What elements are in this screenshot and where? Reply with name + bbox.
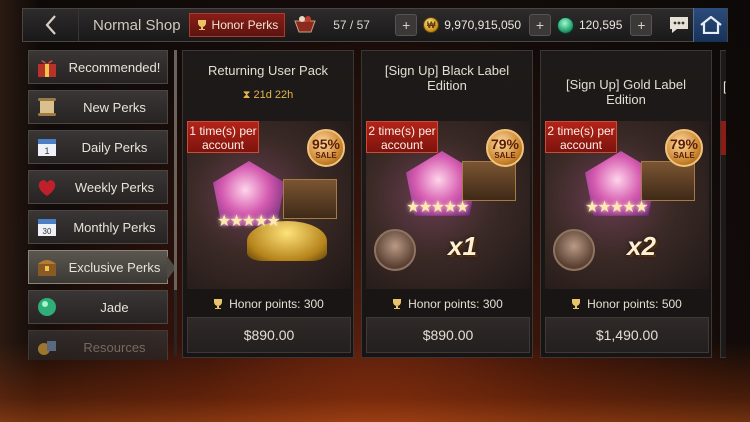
sidebar-item-weekly-perks[interactable]: Weekly Perks: [28, 170, 168, 204]
sidebar-item-label: Daily Perks: [81, 139, 148, 155]
purchase-limit-badge: 1 time(s) per account: [187, 121, 259, 153]
product-title: [: [723, 79, 726, 94]
honor-points: Honor points: 300: [183, 297, 353, 311]
sidebar: Recommended! New Perks 1 Daily Perks Wee…: [22, 46, 178, 360]
trophy-icon: [393, 299, 402, 309]
sidebar-scrollbar-thumb[interactable]: [174, 50, 177, 290]
crate-image: [641, 161, 695, 201]
chat-icon: [670, 17, 688, 33]
product-card-partial[interactable]: [: [720, 50, 726, 358]
jade-icon: [32, 292, 62, 322]
add-perk-button[interactable]: +: [395, 14, 418, 36]
tab-honor-perks-label: Honor Perks: [211, 18, 279, 32]
plus-icon: +: [535, 17, 545, 33]
quantity-multiplier: x2: [627, 231, 656, 261]
sidebar-item-daily-perks[interactable]: 1 Daily Perks: [28, 130, 168, 164]
sidebar-item-new-perks[interactable]: New Perks: [28, 90, 168, 124]
sale-badge: 79% SALE: [486, 129, 524, 167]
crate-image: [283, 179, 337, 219]
heart-bag-icon: [32, 172, 62, 202]
buy-button[interactable]: $890.00: [187, 317, 351, 353]
back-chevron-icon: [45, 15, 56, 35]
sidebar-item-jade[interactable]: Jade: [28, 290, 168, 324]
product-image: ★★★★★ 1 time(s) per account 95% SALE: [187, 121, 351, 289]
sidebar-item-label: Jade: [100, 299, 129, 315]
buy-button[interactable]: $890.00: [366, 317, 530, 353]
quantity-multiplier: x1: [448, 231, 477, 261]
product-title: [Sign Up] Gold Label Edition: [566, 77, 686, 107]
product-image: ★★★★★ x1 2 time(s) per account 79% SALE: [366, 121, 530, 289]
product-card[interactable]: [Sign Up] Black Label Edition ★★★★★ x1 2…: [361, 50, 533, 358]
home-icon: [699, 16, 722, 34]
product-image: ★★★★★ x2 2 time(s) per account 79% SALE: [545, 121, 709, 289]
sidebar-item-label: Exclusive Perks: [68, 259, 161, 275]
product-timer: ⧗ 21d 22h: [242, 89, 294, 101]
stars-image: ★★★★★: [585, 199, 649, 216]
hourglass-icon: ⧗: [242, 89, 251, 101]
cart-icon[interactable]: [291, 13, 319, 37]
sidebar-item-label: Resources: [83, 339, 146, 355]
jade-icon: [557, 16, 574, 34]
product-card[interactable]: Returning User Pack ⧗ 21d 22h ★★★★★ 1 ti…: [182, 50, 354, 358]
hero-portrait: [374, 229, 416, 271]
jade-amount: 120,595: [579, 18, 623, 32]
stars-image: ★★★★★: [217, 213, 281, 230]
gold-coin-icon: ₩: [423, 17, 440, 33]
chest-icon: [32, 252, 62, 282]
chat-button[interactable]: [665, 11, 693, 39]
scroll-icon: [32, 92, 62, 122]
sale-badge: 79% SALE: [665, 129, 703, 167]
honor-points: Honor points: 500: [541, 297, 711, 311]
plus-icon: +: [402, 17, 411, 33]
honor-points: Honor points: 300: [362, 297, 532, 311]
resources-icon: [32, 332, 62, 360]
add-gold-button[interactable]: +: [529, 14, 551, 36]
perk-count: 57 / 57: [333, 18, 370, 32]
sidebar-item-resources[interactable]: Resources: [28, 330, 168, 360]
sidebar-item-label: Monthly Perks: [73, 219, 156, 235]
sidebar-item-label: Recommended!: [68, 59, 161, 75]
home-button[interactable]: [693, 8, 727, 42]
buy-button[interactable]: $1,490.00: [545, 317, 709, 353]
svg-text:1: 1: [44, 146, 49, 156]
trophy-icon: [197, 20, 206, 30]
sidebar-item-exclusive-perks[interactable]: Exclusive Perks: [28, 250, 176, 284]
svg-text:30: 30: [43, 227, 52, 236]
trophy-icon: [214, 299, 223, 309]
plus-icon: +: [637, 17, 646, 33]
product-list: Returning User Pack ⧗ 21d 22h ★★★★★ 1 ti…: [182, 46, 726, 360]
purchase-limit-badge: [721, 121, 726, 155]
sidebar-item-recommended[interactable]: Recommended!: [28, 50, 168, 84]
sidebar-item-monthly-perks[interactable]: 30 Monthly Perks: [28, 210, 168, 244]
gift-icon: [32, 52, 62, 82]
back-button[interactable]: [23, 9, 79, 41]
trophy-icon: [572, 299, 581, 309]
top-bar: Normal Shop Honor Perks 57 / 57 + ₩ 9,97…: [22, 8, 728, 42]
sale-badge: 95% SALE: [307, 129, 345, 167]
sidebar-item-label: Weekly Perks: [74, 179, 155, 195]
calendar-30-icon: 30: [32, 212, 62, 242]
hero-portrait: [553, 229, 595, 271]
tab-honor-perks[interactable]: Honor Perks: [188, 13, 286, 37]
add-jade-button[interactable]: +: [630, 14, 653, 36]
product-title: [Sign Up] Black Label Edition: [384, 63, 510, 93]
product-card[interactable]: [Sign Up] Gold Label Edition ★★★★★ x2 2 …: [540, 50, 712, 358]
purchase-limit-badge: 2 time(s) per account: [366, 121, 438, 153]
product-title: Returning User Pack: [208, 63, 328, 78]
purchase-limit-badge: 2 time(s) per account: [545, 121, 617, 153]
stars-image: ★★★★★: [406, 199, 470, 216]
crate-image: [462, 161, 516, 201]
calendar-icon: 1: [32, 132, 62, 162]
sidebar-item-label: New Perks: [83, 99, 146, 115]
gold-amount: 9,970,915,050: [444, 18, 521, 32]
shop-title: Normal Shop: [93, 16, 181, 34]
